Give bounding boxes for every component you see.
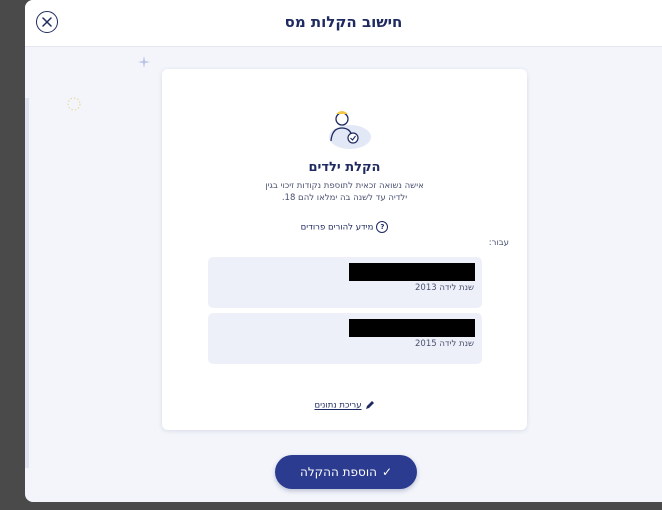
checkmark-icon: ✓ bbox=[381, 465, 393, 479]
add-relief-button[interactable]: ✓ הוספת ההקלה bbox=[275, 455, 417, 489]
child-relief-card: הקלת ילדים אישה נשואה זכאית לתוספת נקודו… bbox=[162, 69, 527, 430]
for-label: עבור: bbox=[488, 238, 509, 248]
dotted-circle-icon bbox=[67, 97, 81, 111]
side-strip bbox=[25, 98, 29, 468]
edit-data-link[interactable]: עריכת נתונים bbox=[162, 400, 527, 411]
redacted-child-name bbox=[349, 263, 475, 281]
child-item: שנת לידה 2015 bbox=[208, 313, 482, 364]
card-title: הקלת ילדים bbox=[308, 160, 381, 175]
parent-child-illustration-icon bbox=[329, 111, 371, 149]
tax-relief-modal: חישוב הקלות מס הקלת ילדים אישה נשואה זכא… bbox=[25, 0, 662, 502]
description-line: ילדיה עד לשנה בה ימלאו להם 18. bbox=[281, 193, 408, 203]
modal-title: חישוב הקלות מס bbox=[284, 13, 403, 31]
redacted-child-name bbox=[349, 319, 475, 337]
description-line: אישה נשואה זכאית לתוספת נקודות זיכוי בגי… bbox=[265, 181, 424, 191]
modal-header: חישוב הקלות מס bbox=[25, 0, 662, 47]
pencil-icon bbox=[365, 401, 374, 409]
card-description: אישה נשואה זכאית לתוספת נקודות זיכוי בגי… bbox=[222, 180, 467, 204]
question-mark-icon: ? bbox=[376, 221, 389, 233]
child-item: שנת לידה 2013 bbox=[208, 257, 482, 308]
info-link-label: מידע להורים פרודים bbox=[300, 222, 374, 233]
child-birth-year: שנת לידה 2015 bbox=[415, 339, 474, 349]
child-birth-year: שנת לידה 2013 bbox=[415, 283, 474, 293]
edit-link-label: עריכת נתונים bbox=[314, 400, 362, 411]
sparkle-icon bbox=[138, 56, 150, 68]
add-relief-label: הוספת ההקלה bbox=[300, 465, 377, 479]
separated-parents-info-link[interactable]: ?מידע להורים פרודים bbox=[162, 221, 527, 233]
